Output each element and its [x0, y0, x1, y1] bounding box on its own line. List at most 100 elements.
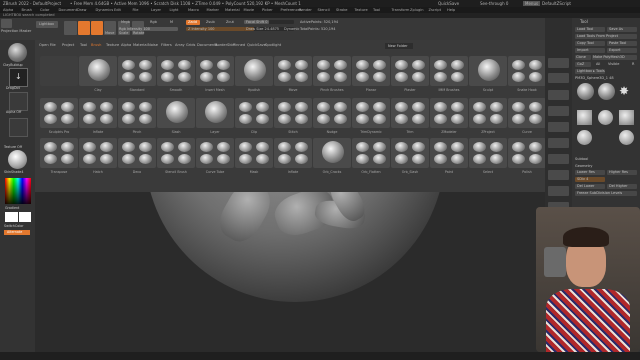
lightbox-tab[interactable]: Pinned: [233, 43, 245, 47]
brush-tile[interactable]: Sculptris Pro: [40, 98, 78, 134]
lightbox-tab[interactable]: Material: [133, 43, 148, 47]
menu-item[interactable]: Stroke: [336, 8, 347, 12]
brush-tile[interactable]: Stitch: [274, 98, 312, 134]
lightbox-tab[interactable]: Filters: [161, 43, 172, 47]
brush-tile[interactable]: TrimDynamic: [352, 98, 390, 134]
sculpt-sphere[interactable]: [145, 192, 445, 302]
projection-master-button[interactable]: [1, 19, 12, 28]
texture-thumbnail[interactable]: [9, 118, 28, 137]
lightbox-tab[interactable]: QuickSave: [247, 43, 266, 47]
zoom-button[interactable]: [548, 90, 569, 100]
brush-tile[interactable]: Standard: [118, 56, 156, 92]
live-boolean-button[interactable]: [64, 21, 77, 35]
actual-button[interactable]: [548, 106, 569, 116]
lightbox-tab[interactable]: Alpha: [121, 43, 131, 47]
brush-tile[interactable]: Sculpt: [469, 56, 507, 92]
cube-thumb[interactable]: [577, 110, 592, 125]
menu-item[interactable]: Light: [170, 8, 179, 12]
menu-item[interactable]: Help: [447, 8, 455, 12]
geometry-section[interactable]: Geometry: [575, 164, 592, 168]
menu-item[interactable]: Color: [40, 8, 49, 12]
brush-tile[interactable]: Paint: [430, 138, 468, 174]
aahalf-button[interactable]: [548, 122, 569, 132]
brush-tile[interactable]: Orb_Flatten: [352, 138, 390, 174]
sphere-thumb[interactable]: [598, 110, 613, 125]
menu-item[interactable]: Zplugin: [410, 8, 424, 12]
brush-tile[interactable]: Select: [469, 138, 507, 174]
brush-tile[interactable]: Curve: [508, 98, 546, 134]
menu-item[interactable]: Tool: [373, 8, 380, 12]
brush-tile[interactable]: Layer: [196, 98, 234, 134]
seethrough-slider[interactable]: See-through 0: [480, 1, 508, 6]
menu-item[interactable]: Edit: [114, 8, 121, 12]
menus-button[interactable]: Menus: [523, 1, 541, 6]
local-button[interactable]: [548, 170, 569, 180]
alpha-thumbnail[interactable]: [9, 92, 28, 111]
brush-tile[interactable]: Trim: [391, 98, 429, 134]
menu-item[interactable]: Texture: [355, 8, 368, 12]
brush-tile[interactable]: Curve Tube: [196, 138, 234, 174]
brush-tile[interactable]: Hpolish: [235, 56, 273, 92]
r-button[interactable]: R: [632, 62, 634, 66]
star-icon[interactable]: ✸: [619, 84, 629, 98]
menu-item[interactable]: File: [133, 8, 139, 12]
menu-item[interactable]: Material: [225, 8, 240, 12]
brush-tile[interactable]: Move: [274, 56, 312, 92]
brush-tile[interactable]: Clay: [79, 56, 117, 92]
alternate-button[interactable]: Alternate: [4, 230, 30, 235]
menu-item[interactable]: Zscript: [429, 8, 441, 12]
mrgb-button[interactable]: Mrgb: [121, 20, 130, 24]
all-button[interactable]: All: [596, 62, 600, 66]
brush-tile[interactable]: Nudge: [313, 98, 351, 134]
brush-tile[interactable]: Inflate: [79, 98, 117, 134]
new-folder-button[interactable]: New Folder: [385, 43, 413, 49]
main-color-swatch[interactable]: [5, 212, 18, 222]
switch-color-label[interactable]: SwitchColor: [4, 224, 24, 228]
brush-tile[interactable]: Deco: [118, 138, 156, 174]
brush-tile[interactable]: Clip: [235, 98, 273, 134]
visible-button[interactable]: Visible: [608, 62, 619, 66]
lightbox-tab[interactable]: Brush: [91, 43, 101, 47]
tool-thumb-4[interactable]: [577, 130, 592, 145]
brush-tile[interactable]: Insert Mesh: [196, 56, 234, 92]
brush-tile[interactable]: Inflate: [274, 138, 312, 174]
default-zscript[interactable]: DefaultZScript: [542, 1, 571, 6]
brush-tile[interactable]: Smooth: [157, 56, 195, 92]
brush-tile[interactable]: [40, 56, 78, 86]
lightbox-tab[interactable]: BorderSkin: [215, 43, 235, 47]
sym-button[interactable]: [548, 186, 569, 196]
edit-button[interactable]: [78, 21, 90, 35]
persp-button[interactable]: [548, 138, 569, 148]
stroke-thumbnail[interactable]: ↓: [9, 68, 28, 87]
menu-item[interactable]: Macro: [188, 8, 199, 12]
spix-button[interactable]: [548, 73, 569, 83]
lightbox-tab[interactable]: Tool: [80, 43, 87, 47]
m-button[interactable]: M: [170, 20, 173, 24]
zcut-button[interactable]: Zcut: [226, 20, 234, 24]
brush-tile[interactable]: Pinch: [118, 98, 156, 134]
lightbox-tab[interactable]: Spotlight: [265, 43, 281, 47]
menu-item[interactable]: Document: [59, 8, 78, 12]
menu-item[interactable]: Transform: [392, 8, 410, 12]
brush-tile[interactable]: ZProject: [469, 98, 507, 134]
brush-tile[interactable]: Pinch Brushes: [313, 56, 351, 92]
menu-item[interactable]: Brush: [22, 8, 32, 12]
brush-tile[interactable]: Transpose: [40, 138, 78, 174]
quicksave-button[interactable]: QuickSave: [438, 1, 459, 6]
brush-tile[interactable]: IMM Brushes: [430, 56, 468, 92]
brush-thumbnail[interactable]: [8, 43, 27, 62]
floor-button[interactable]: [548, 154, 569, 164]
brush-tile[interactable]: Polish: [508, 138, 546, 174]
lightbox-tab[interactable]: Grids: [186, 43, 195, 47]
menu-item[interactable]: Stencil: [318, 8, 330, 12]
brush-tile[interactable]: Mask: [235, 138, 273, 174]
lightbox-tab[interactable]: Texture: [106, 43, 119, 47]
box-thumb[interactable]: [619, 110, 634, 125]
brush-tile[interactable]: Hatch: [79, 138, 117, 174]
lightbox-tab[interactable]: Project: [62, 43, 74, 47]
brush-tile[interactable]: Orb_Cracks: [313, 138, 351, 174]
menu-item[interactable]: Draw: [77, 8, 86, 12]
menu-item[interactable]: Picker: [262, 8, 273, 12]
tool-sphere-thumb[interactable]: [577, 83, 594, 100]
lightbox-tab[interactable]: Array: [175, 43, 185, 47]
